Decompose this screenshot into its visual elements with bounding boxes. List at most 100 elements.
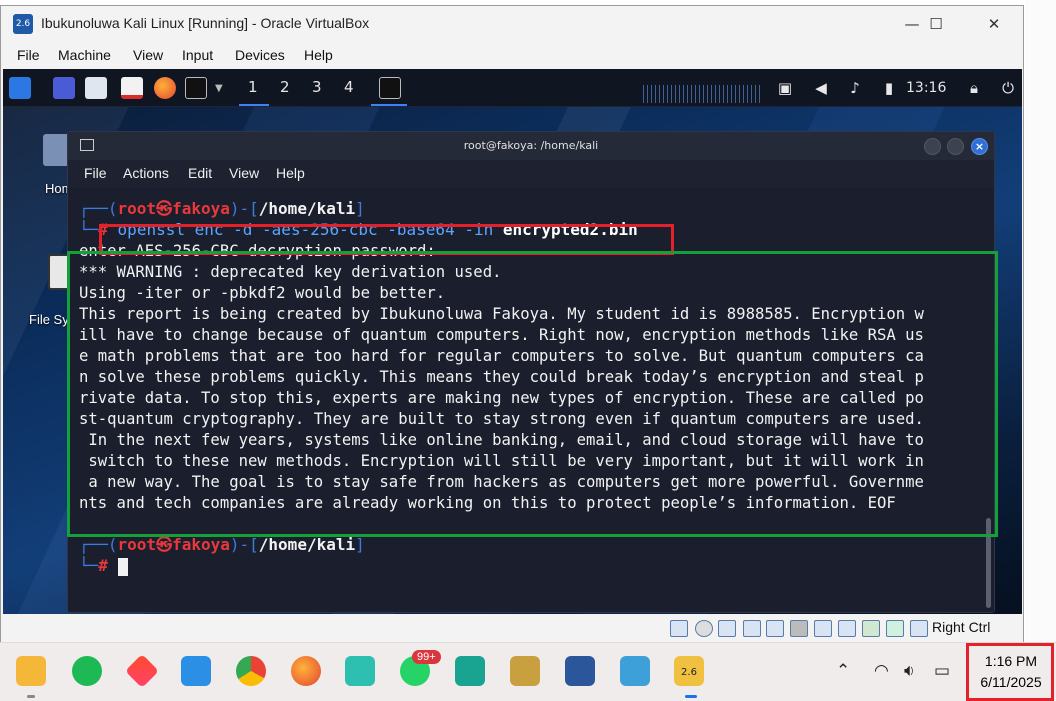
kali-menu-icon[interactable]: [9, 77, 31, 99]
active-app-indicator: [685, 695, 697, 698]
panel-clock[interactable]: 13:16: [906, 80, 946, 96]
prompt-line: ┌──(root㉿fakoya)-[/home/kali]: [79, 534, 365, 555]
prompt-user: root㉿fakoya: [117, 199, 230, 218]
keyboard-capture-icon[interactable]: [910, 620, 928, 637]
window-title: Ibukunoluwa Kali Linux [Running] - Oracl…: [41, 15, 370, 31]
shared-folders-status-icon[interactable]: [790, 620, 808, 637]
active-workspace-indicator: [239, 104, 269, 106]
optical-drive-status-icon[interactable]: [695, 620, 713, 637]
menu-file[interactable]: File: [17, 47, 40, 63]
menu-input[interactable]: Input: [182, 47, 213, 63]
clock-highlight-box: [966, 643, 1054, 701]
prompt-line: ┌──(root㉿fakoya)-[/home/kali]: [79, 198, 365, 219]
terminal-minimize-button[interactable]: [924, 138, 941, 155]
terminal-menu-edit[interactable]: Edit: [188, 165, 212, 181]
spotify-icon[interactable]: [72, 656, 102, 686]
maximize-button[interactable]: ☐: [913, 6, 959, 42]
notepad-icon[interactable]: [620, 656, 650, 686]
terminal-close-button[interactable]: ×: [971, 138, 988, 155]
vscode-icon[interactable]: [181, 656, 211, 686]
app-icon-tools[interactable]: [510, 656, 540, 686]
workspace-1[interactable]: 1: [248, 78, 258, 96]
kali-top-panel: ▼ 1 2 3 4 ▣ ◀ ♪ ▮ 13:16 🔒︎ ⏻: [3, 69, 1022, 107]
prompt-frame: ┌──(: [79, 535, 118, 554]
prompt-frame: )-[: [229, 199, 259, 218]
prompt-frame: ┌──(: [79, 199, 118, 218]
firefox-icon[interactable]: [154, 77, 176, 99]
display-status-icon[interactable]: [814, 620, 832, 637]
lock-icon[interactable]: 🔒︎: [965, 79, 983, 97]
menu-view[interactable]: View: [133, 47, 163, 63]
terminal-task-icon[interactable]: [379, 77, 401, 99]
battery-icon[interactable]: ▮: [880, 79, 898, 97]
prompt-frame: ]: [355, 199, 365, 218]
file-manager-icon[interactable]: [85, 77, 107, 99]
notification-badge: 99+: [412, 650, 441, 664]
cpu-status-icon[interactable]: [862, 620, 880, 637]
close-button[interactable]: ✕: [971, 6, 1017, 42]
terminal-launcher-icon[interactable]: [185, 77, 207, 99]
output-highlight-box: [67, 251, 998, 537]
terminal-menu-actions[interactable]: Actions: [123, 165, 169, 181]
workspace-4[interactable]: 4: [344, 78, 354, 96]
virtualbox-app-icon: 2.6: [13, 14, 33, 34]
terminal-maximize-button[interactable]: [947, 138, 964, 155]
recording-status-icon[interactable]: [838, 620, 856, 637]
show-desktop-icon[interactable]: [53, 77, 75, 99]
terminal-title: root@fakoya: /home/kali: [463, 139, 599, 152]
firefox-taskbar-icon[interactable]: [291, 656, 321, 686]
taskbar-clock-time[interactable]: 1:16 PM: [976, 653, 1046, 669]
terminal-menu-help[interactable]: Help: [276, 165, 305, 181]
terminal-menu-view[interactable]: View: [229, 165, 259, 181]
text-editor-icon[interactable]: [121, 77, 143, 99]
notification-bell-icon[interactable]: ♪: [846, 79, 864, 97]
network-status-icon[interactable]: [743, 620, 761, 637]
prompt-frame: └─: [79, 556, 99, 575]
virtualbox-window: 2.6 Ibukunoluwa Kali Linux [Running] - O…: [0, 5, 1024, 642]
chevron-down-icon[interactable]: ▼: [215, 83, 223, 94]
host-key-label: Right Ctrl: [932, 619, 991, 635]
terminal-titlebar[interactable]: root@fakoya: /home/kali ×: [68, 132, 994, 160]
screen: 2.6 Ibukunoluwa Kali Linux [Running] - O…: [0, 0, 1056, 701]
app-icon-red[interactable]: [125, 654, 159, 688]
chrome-icon[interactable]: [236, 656, 266, 686]
virtualbox-taskbar-icon[interactable]: 2.6: [674, 656, 704, 686]
menu-help[interactable]: Help: [304, 47, 333, 63]
file-explorer-icon[interactable]: [16, 656, 46, 686]
input-line[interactable]: └─#: [79, 555, 128, 576]
wifi-icon[interactable]: ◠: [874, 661, 889, 681]
keyboard-app-icon[interactable]: [345, 656, 375, 686]
chevron-up-icon[interactable]: ⌃: [836, 661, 850, 681]
prompt-path: /home/kali: [258, 199, 356, 218]
prompt-frame: ]: [355, 535, 365, 554]
cpu-graph: [643, 85, 763, 103]
desktop-icon-filesystem[interactable]: File Sy: [29, 312, 69, 327]
app-icon-teal[interactable]: [455, 656, 485, 686]
hard-disk-status-icon[interactable]: [670, 620, 688, 637]
mouse-integration-icon[interactable]: [886, 620, 904, 637]
volume-icon[interactable]: ◀: [812, 79, 830, 97]
terminal-menu-file[interactable]: File: [84, 165, 107, 181]
prompt-frame: )-[: [229, 535, 259, 554]
menu-machine[interactable]: Machine: [58, 47, 111, 63]
battery-charging-icon[interactable]: ▭: [934, 661, 950, 681]
workspace-2[interactable]: 2: [280, 78, 290, 96]
word-icon[interactable]: [565, 656, 595, 686]
speaker-icon[interactable]: 🔉︎: [904, 661, 915, 681]
usb-status-icon[interactable]: [766, 620, 784, 637]
terminal-menubar: File Actions Edit View Help: [68, 160, 994, 188]
kali-guest-screen[interactable]: ▼ 1 2 3 4 ▣ ◀ ♪ ▮ 13:16 🔒︎ ⏻ Home File S…: [3, 69, 1022, 614]
prompt-hash: #: [98, 556, 108, 575]
active-task-indicator: [371, 104, 407, 106]
power-icon[interactable]: ⏻: [999, 79, 1017, 97]
prompt-path: /home/kali: [258, 535, 356, 554]
prompt-frame: └─: [79, 220, 99, 239]
vbox-titlebar[interactable]: 2.6 Ibukunoluwa Kali Linux [Running] - O…: [1, 6, 1023, 42]
audio-status-icon[interactable]: [718, 620, 736, 637]
menu-devices[interactable]: Devices: [235, 47, 285, 63]
prompt-user: root㉿fakoya: [117, 535, 230, 554]
text-cursor: [117, 557, 128, 576]
taskbar-clock-date[interactable]: 6/11/2025: [972, 674, 1050, 690]
display-icon[interactable]: ▣: [776, 79, 794, 97]
workspace-3[interactable]: 3: [312, 78, 322, 96]
